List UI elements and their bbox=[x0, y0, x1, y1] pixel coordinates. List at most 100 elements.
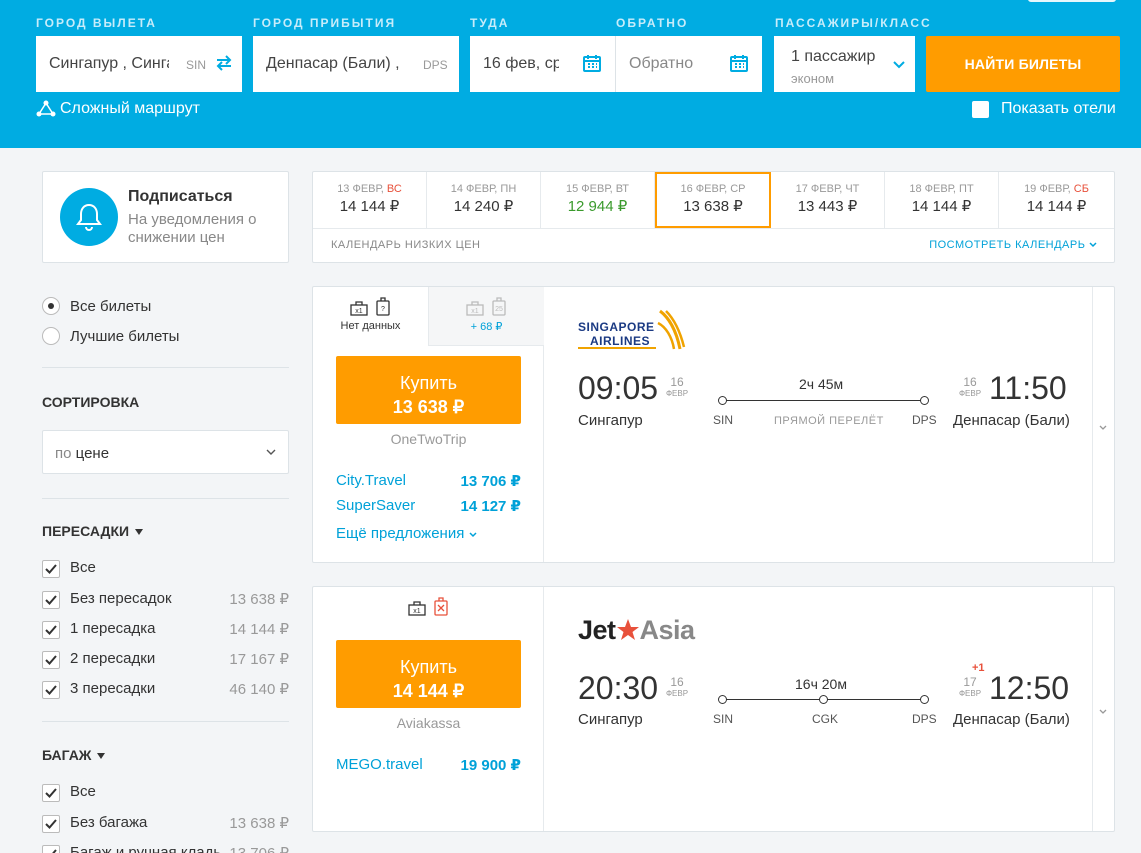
weekday: СБ bbox=[1073, 183, 1089, 195]
ticket-card: x1 Купить 14 144 ₽ Aviakassa MEGO.travel… bbox=[312, 586, 1115, 832]
date-cell[interactable]: 17 ФЕВР, ЧТ 13 443 ₽ bbox=[771, 172, 885, 228]
stops-checkbox-3[interactable]: 3 пересадки 46 140 ₽ bbox=[42, 680, 289, 700]
date-cell-selected[interactable]: 16 ФЕВР, СР 13 638 ₽ bbox=[655, 172, 771, 228]
offer-link[interactable]: MEGO.travel 19 900 ₽ bbox=[336, 756, 521, 774]
date-cell[interactable]: 15 ФЕВР, ВТ 12 944 ₽ bbox=[541, 172, 655, 228]
baggage-tab-price: + 68 ₽ bbox=[470, 321, 503, 333]
dates-field[interactable]: 16 фев, ср Обратно bbox=[470, 36, 762, 92]
bell-icon bbox=[60, 188, 118, 246]
baggage-checkbox-with-bag[interactable]: Багаж и ручная кладь 13 706 ₽ bbox=[42, 844, 289, 853]
sort-select[interactable]: по цене bbox=[42, 430, 289, 474]
checkbox-checked[interactable] bbox=[42, 784, 60, 802]
date-label: 16 ФЕВР, bbox=[680, 183, 731, 195]
date-price: 14 144 ₽ bbox=[911, 198, 972, 215]
baggage-tab-inactive[interactable]: x1 25 + 68 ₽ bbox=[428, 287, 544, 346]
offer-link[interactable]: SuperSaver 14 127 ₽ bbox=[336, 497, 521, 515]
airline-name-line2: AIRLINES bbox=[590, 334, 651, 348]
svg-text:?: ? bbox=[381, 306, 385, 313]
filter-price: 17 167 ₽ bbox=[229, 651, 289, 668]
departure-day: 16 bbox=[670, 375, 684, 389]
low-prices-calendar-label: КАЛЕНДАРЬ НИЗКИХ ЦЕН bbox=[331, 239, 481, 251]
checkbox-checked[interactable] bbox=[42, 845, 60, 853]
arrival-time: 12:50 bbox=[989, 670, 1070, 706]
offer-name: SuperSaver bbox=[336, 497, 416, 514]
divider bbox=[42, 367, 289, 368]
top-right-tab[interactable] bbox=[1028, 0, 1116, 2]
complex-route-link[interactable]: Сложный маршрут bbox=[36, 100, 200, 118]
show-hotels-toggle[interactable]: Показать отели bbox=[972, 100, 1116, 118]
stops-checkbox-2[interactable]: 2 пересадки 17 167 ₽ bbox=[42, 650, 289, 670]
pax-class: эконом bbox=[791, 71, 835, 86]
baggage-title[interactable]: БАГАЖ bbox=[42, 747, 106, 763]
buy-label: Купить bbox=[400, 372, 457, 393]
date-cell[interactable]: 14 ФЕВР, ПН 14 240 ₽ bbox=[427, 172, 541, 228]
offer-link[interactable]: City.Travel 13 706 ₽ bbox=[336, 472, 521, 490]
all-tickets-radio[interactable]: Все билеты bbox=[42, 297, 151, 315]
airline-bird-icon bbox=[657, 309, 686, 350]
departure-date: 16 ФЕВР bbox=[664, 676, 690, 700]
route-line bbox=[723, 400, 925, 401]
radio-unselected[interactable] bbox=[42, 327, 60, 345]
best-tickets-radio[interactable]: Лучшие билеты bbox=[42, 327, 179, 345]
find-tickets-button[interactable]: НАЙТИ БИЛЕТЫ bbox=[926, 36, 1120, 92]
sort-value: цене bbox=[75, 445, 110, 462]
chevron-down-icon bbox=[893, 61, 905, 69]
stops-title[interactable]: ПЕРЕСАДКИ bbox=[42, 523, 144, 539]
baggage-icon: x1 ? bbox=[349, 297, 390, 316]
checkbox-checked[interactable] bbox=[42, 681, 60, 699]
passengers-field[interactable]: 1 пассажир эконом bbox=[774, 36, 915, 92]
calendar-icon[interactable] bbox=[729, 53, 749, 73]
sort-title: СОРТИРОВКА bbox=[42, 394, 140, 410]
checkbox-checked[interactable] bbox=[42, 560, 60, 578]
chevron-down-icon bbox=[1099, 709, 1107, 714]
return-placeholder[interactable]: Обратно bbox=[629, 55, 709, 73]
baggage-checkbox-none[interactable]: Без багажа 13 638 ₽ bbox=[42, 814, 289, 834]
chevron-down-icon bbox=[266, 449, 276, 455]
ticket-buy-panel: x1 ? Нет данных x1 25 + 68 ₽ Купить 13 6… bbox=[313, 287, 544, 562]
subscribe-title: Подписаться bbox=[128, 188, 233, 205]
baggage-tab-active[interactable]: x1 ? Нет данных bbox=[313, 287, 428, 346]
date-cell[interactable]: 18 ФЕВР, ПТ 14 144 ₽ bbox=[885, 172, 999, 228]
depart-value: 16 фев, ср bbox=[483, 55, 559, 72]
direct-flight-label: ПРЯМОЙ ПЕРЕЛЁТ bbox=[774, 415, 884, 427]
date-label: 17 ФЕВР, bbox=[795, 183, 846, 195]
ticket-expand[interactable] bbox=[1092, 587, 1114, 831]
radio-selected[interactable] bbox=[42, 297, 60, 315]
stops-checkbox-direct[interactable]: Без пересадок 13 638 ₽ bbox=[42, 590, 289, 610]
from-field[interactable]: Сингапур , Сингапур SIN bbox=[36, 36, 242, 92]
departure-month: ФЕВР bbox=[665, 689, 689, 698]
date-cell[interactable]: 19 ФЕВР, СБ 14 144 ₽ bbox=[999, 172, 1114, 228]
date-strip-divider bbox=[313, 228, 1114, 229]
more-offers-link[interactable]: Ещё предложения bbox=[336, 525, 477, 542]
ticket-expand[interactable] bbox=[1092, 287, 1114, 562]
arrival-day: 16 bbox=[963, 375, 977, 389]
calendar-icon[interactable] bbox=[582, 53, 602, 73]
to-field[interactable]: Денпасар (Бали) , Индонезия DPS bbox=[253, 36, 459, 92]
stops-checkbox-1[interactable]: 1 пересадка 14 144 ₽ bbox=[42, 620, 289, 640]
stops-checkbox-all[interactable]: Все bbox=[42, 559, 289, 579]
jetstar-asia-logo: Jet Asia bbox=[578, 615, 695, 646]
date-cell[interactable]: 13 ФЕВР, ВС 14 144 ₽ bbox=[313, 172, 427, 228]
offer-price: 14 127 ₽ bbox=[460, 498, 521, 515]
buy-price: 13 638 ₽ bbox=[392, 396, 465, 417]
arrival-city: Денпасар (Бали) bbox=[953, 711, 1070, 728]
checkbox-checked[interactable] bbox=[42, 815, 60, 833]
transfer-code: CGK bbox=[812, 712, 839, 726]
show-hotels-checkbox[interactable] bbox=[972, 100, 989, 118]
checkbox-checked[interactable] bbox=[42, 591, 60, 609]
date-price: 14 144 ₽ bbox=[339, 198, 400, 215]
swap-icon[interactable] bbox=[215, 54, 233, 72]
checkbox-checked[interactable] bbox=[42, 621, 60, 639]
date-price: 13 638 ₽ bbox=[683, 198, 743, 215]
more-offers-text: Ещё предложения bbox=[336, 525, 465, 542]
baggage-checkbox-all[interactable]: Все bbox=[42, 783, 289, 803]
subscribe-card[interactable]: Подписаться На уведомления о снижении це… bbox=[42, 171, 289, 263]
buy-button[interactable]: Купить 14 144 ₽ bbox=[336, 640, 521, 708]
see-calendar-link[interactable]: ПОСМОТРЕТЬ КАЛЕНДАРЬ bbox=[929, 239, 1097, 251]
buy-label: Купить bbox=[400, 656, 457, 677]
chevron-down-icon bbox=[1099, 425, 1107, 430]
checkbox-label: Багаж и ручная кладь bbox=[70, 844, 220, 853]
svg-text:x1: x1 bbox=[413, 608, 421, 615]
checkbox-checked[interactable] bbox=[42, 651, 60, 669]
buy-button[interactable]: Купить 13 638 ₽ bbox=[336, 356, 521, 424]
